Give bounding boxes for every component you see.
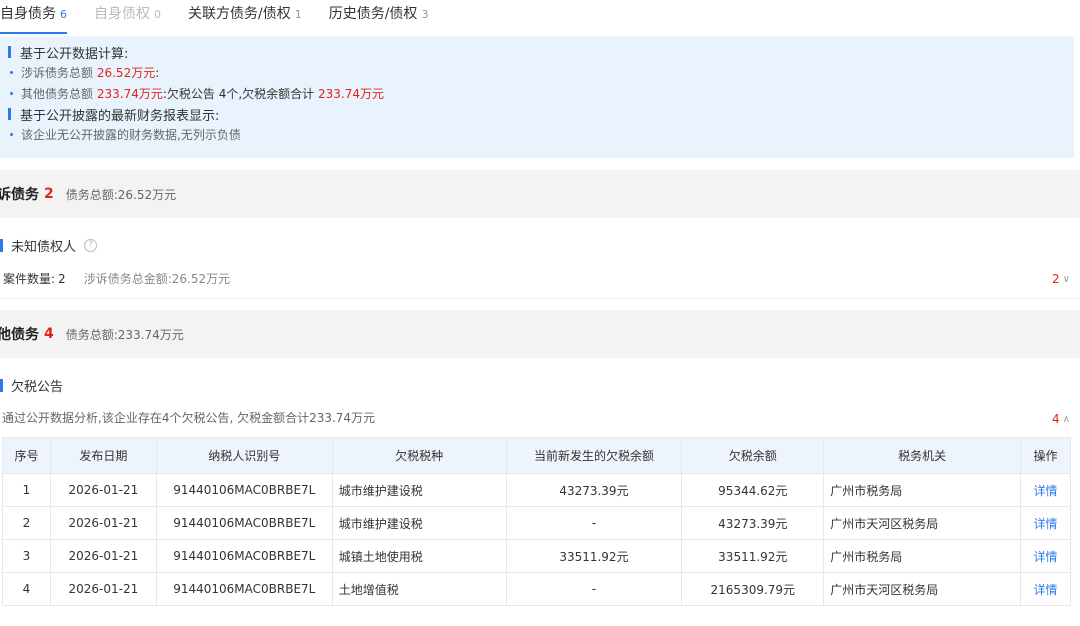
tax-arrears-table: 序号 发布日期 纳税人识别号 欠税税种 当前新发生的欠税余额 欠税余额 税务机关… bbox=[2, 437, 1072, 606]
tab-own-claims[interactable]: 自身债权 0 bbox=[94, 0, 161, 34]
tab-label: 自身债务 bbox=[0, 6, 56, 22]
section-total: 债务总额:233.74万元 bbox=[65, 327, 184, 342]
bullet-icon bbox=[10, 133, 13, 136]
expand-toggle-other[interactable]: 4 ∧ bbox=[1052, 412, 1070, 426]
col-tax-authority: 税务机关 bbox=[823, 437, 1021, 474]
accent-bar bbox=[0, 379, 3, 392]
tab-label: 关联方债务/债权 bbox=[188, 6, 291, 22]
bullet-icon bbox=[10, 92, 13, 95]
chevron-up-icon: ∧ bbox=[1062, 413, 1070, 425]
section-other-debt: 他债务 4 债务总额:233.74万元 bbox=[0, 310, 1080, 358]
col-taxpayer-id: 纳税人识别号 bbox=[155, 437, 333, 474]
col-index: 序号 bbox=[2, 437, 51, 474]
details-link[interactable]: 详情 bbox=[1019, 539, 1072, 573]
tab-own-debt[interactable]: 自身债务 6 bbox=[0, 0, 67, 34]
divider bbox=[0, 298, 1080, 299]
tab-label: 历史债务/债权 bbox=[328, 6, 418, 22]
section-litigation-debt: 诉债务 2 债务总额:26.52万元 bbox=[0, 170, 1080, 218]
table-row: 3 2026-01-21 91440106MAC0BRBE7L 城镇土地使用税 … bbox=[2, 539, 1072, 573]
summary-panel: 基于公开数据计算: 涉诉债务总额 26.52万元: 其他债务总额 233.74万… bbox=[0, 36, 1074, 158]
tax-arrears-description: 通过公开数据分析,该企业存在4个欠税公告, 欠税金额合计233.74万元 bbox=[2, 411, 376, 425]
tab-count: 3 bbox=[421, 8, 429, 21]
details-link[interactable]: 详情 bbox=[1019, 506, 1072, 540]
section-total: 债务总额:26.52万元 bbox=[65, 187, 177, 202]
case-info: 案件数量: 2 涉诉债务总金额:26.52万元 bbox=[3, 271, 231, 287]
summary-line-other: 其他债务总额 233.74万元:欠税公告 4个,欠税余额合计 233.74万元 bbox=[8, 83, 1074, 104]
tab-bar: 自身债务 6 自身债权 0 关联方债务/债权 1 历史债务/债权 3 bbox=[0, 0, 1080, 34]
tab-label: 自身债权 bbox=[94, 6, 150, 22]
details-link[interactable]: 详情 bbox=[1019, 473, 1072, 507]
tab-related-party[interactable]: 关联方债务/债权 1 bbox=[188, 0, 302, 34]
section-count: 4 bbox=[44, 326, 54, 342]
table-row: 2 2026-01-21 91440106MAC0BRBE7L 城市维护建设税 … bbox=[2, 506, 1072, 540]
table-row: 1 2026-01-21 91440106MAC0BRBE7L 城市维护建设税 … bbox=[2, 473, 1072, 507]
tab-count: 0 bbox=[154, 8, 161, 21]
col-tax-type: 欠税税种 bbox=[331, 437, 507, 474]
col-action: 操作 bbox=[1019, 437, 1072, 474]
accent-bar bbox=[8, 108, 11, 120]
tab-count: 1 bbox=[294, 8, 302, 21]
col-date: 发布日期 bbox=[49, 437, 157, 474]
summary-line-litigation: 涉诉债务总额 26.52万元: bbox=[8, 62, 1074, 83]
chevron-down-icon: ∨ bbox=[1062, 273, 1070, 285]
subheading-unknown-creditor: 未知债权人 ? bbox=[0, 236, 98, 255]
section-title: 诉债务 bbox=[0, 187, 39, 203]
summary-line-financial: 该企业无公开披露的财务数据,无列示负债 bbox=[8, 124, 1074, 145]
tab-history[interactable]: 历史债务/债权 3 bbox=[329, 0, 429, 34]
accent-bar bbox=[8, 46, 11, 58]
bullet-icon bbox=[10, 71, 13, 74]
col-arrears-balance: 欠税余额 bbox=[681, 437, 825, 474]
details-link[interactable]: 详情 bbox=[1019, 572, 1072, 606]
accent-bar bbox=[0, 239, 3, 252]
section-title: 他债务 bbox=[0, 327, 39, 343]
summary-heading: 基于公开数据计算: bbox=[8, 42, 1074, 62]
help-icon[interactable]: ? bbox=[84, 239, 98, 252]
summary-heading: 基于公开披露的最新财务报表显示: bbox=[8, 104, 1074, 124]
table-header-row: 序号 发布日期 纳税人识别号 欠税税种 当前新发生的欠税余额 欠税余额 税务机关… bbox=[2, 437, 1072, 474]
tab-count: 6 bbox=[60, 8, 67, 21]
table-row: 4 2026-01-21 91440106MAC0BRBE7L 土地增值税 - … bbox=[2, 572, 1072, 606]
subheading-tax-arrears: 欠税公告 bbox=[0, 376, 63, 395]
expand-toggle-litigation[interactable]: 2 ∨ bbox=[1052, 272, 1070, 286]
col-new-arrears: 当前新发生的欠税余额 bbox=[505, 437, 683, 474]
section-count: 2 bbox=[44, 186, 54, 202]
